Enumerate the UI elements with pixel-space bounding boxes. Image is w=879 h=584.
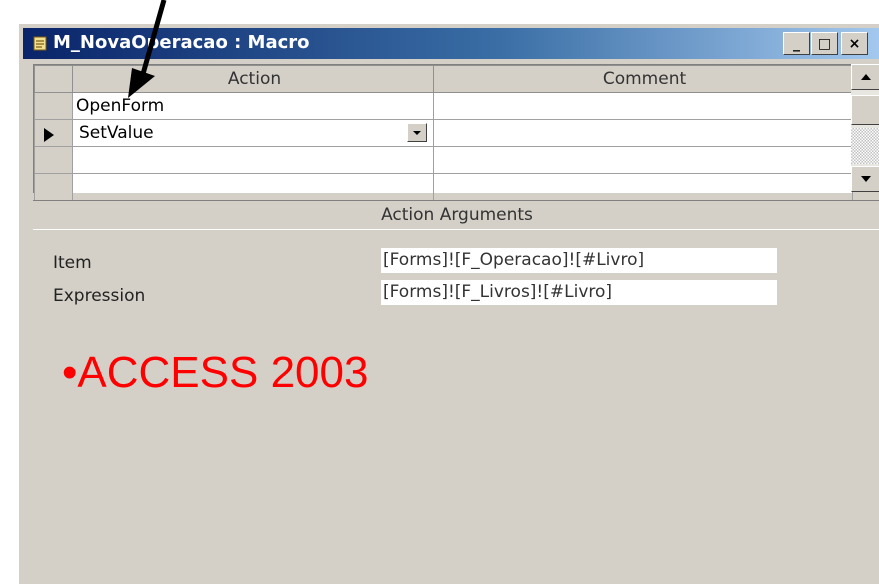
argument-field-item[interactable]: [Forms]![F_Operacao]![#Livro] <box>381 248 777 273</box>
table-row[interactable]: SetValue <box>34 119 853 147</box>
macro-window: M_NovaOperacao : Macro _ □ × Action Comm… <box>17 22 879 584</box>
comment-cell[interactable] <box>433 146 853 174</box>
record-selector-icon <box>43 127 55 146</box>
comment-cell[interactable] <box>433 119 853 147</box>
window-title: M_NovaOperacao : Macro <box>53 32 310 53</box>
scroll-up-icon[interactable] <box>851 64 879 90</box>
scroll-down-icon[interactable] <box>851 166 879 192</box>
vertical-scrollbar[interactable] <box>851 64 879 192</box>
table-row[interactable] <box>34 173 853 201</box>
dropdown-arrow-icon[interactable] <box>407 123 427 142</box>
action-arguments-header: Action Arguments <box>33 200 879 230</box>
caption-text: •ACCESS 2003 <box>62 348 369 397</box>
macro-icon <box>33 36 47 51</box>
comment-cell[interactable] <box>433 173 853 201</box>
minimize-button[interactable]: _ <box>783 32 810 55</box>
table-row[interactable] <box>34 146 853 174</box>
action-cell[interactable] <box>72 146 434 174</box>
row-selector[interactable] <box>34 173 73 201</box>
argument-label-item: Item <box>53 253 92 273</box>
action-combo-cell[interactable]: SetValue <box>72 119 434 147</box>
row-selector[interactable] <box>34 119 73 147</box>
title-bar[interactable]: M_NovaOperacao : Macro _ □ × <box>23 28 879 59</box>
row-selector[interactable] <box>34 146 73 174</box>
action-combo-value: SetValue <box>79 123 154 143</box>
grid-header-row: Action Comment <box>34 65 853 93</box>
scroll-track[interactable] <box>851 128 879 164</box>
table-row[interactable]: OpenForm <box>34 92 853 120</box>
corner-cell <box>34 65 73 93</box>
action-cell[interactable] <box>72 173 434 201</box>
column-header-comment[interactable]: Comment <box>433 65 853 93</box>
maximize-button[interactable]: □ <box>811 32 838 55</box>
action-cell[interactable]: OpenForm <box>72 92 434 120</box>
close-button[interactable]: × <box>841 32 868 55</box>
macro-grid: Action Comment OpenForm SetValue <box>33 64 853 201</box>
argument-field-expression[interactable]: [Forms]![F_Livros]![#Livro] <box>381 280 777 305</box>
comment-cell[interactable] <box>433 92 853 120</box>
scroll-thumb[interactable] <box>851 95 879 125</box>
argument-label-expression: Expression <box>53 286 146 306</box>
column-header-action[interactable]: Action <box>72 65 434 93</box>
row-selector[interactable] <box>34 92 73 120</box>
